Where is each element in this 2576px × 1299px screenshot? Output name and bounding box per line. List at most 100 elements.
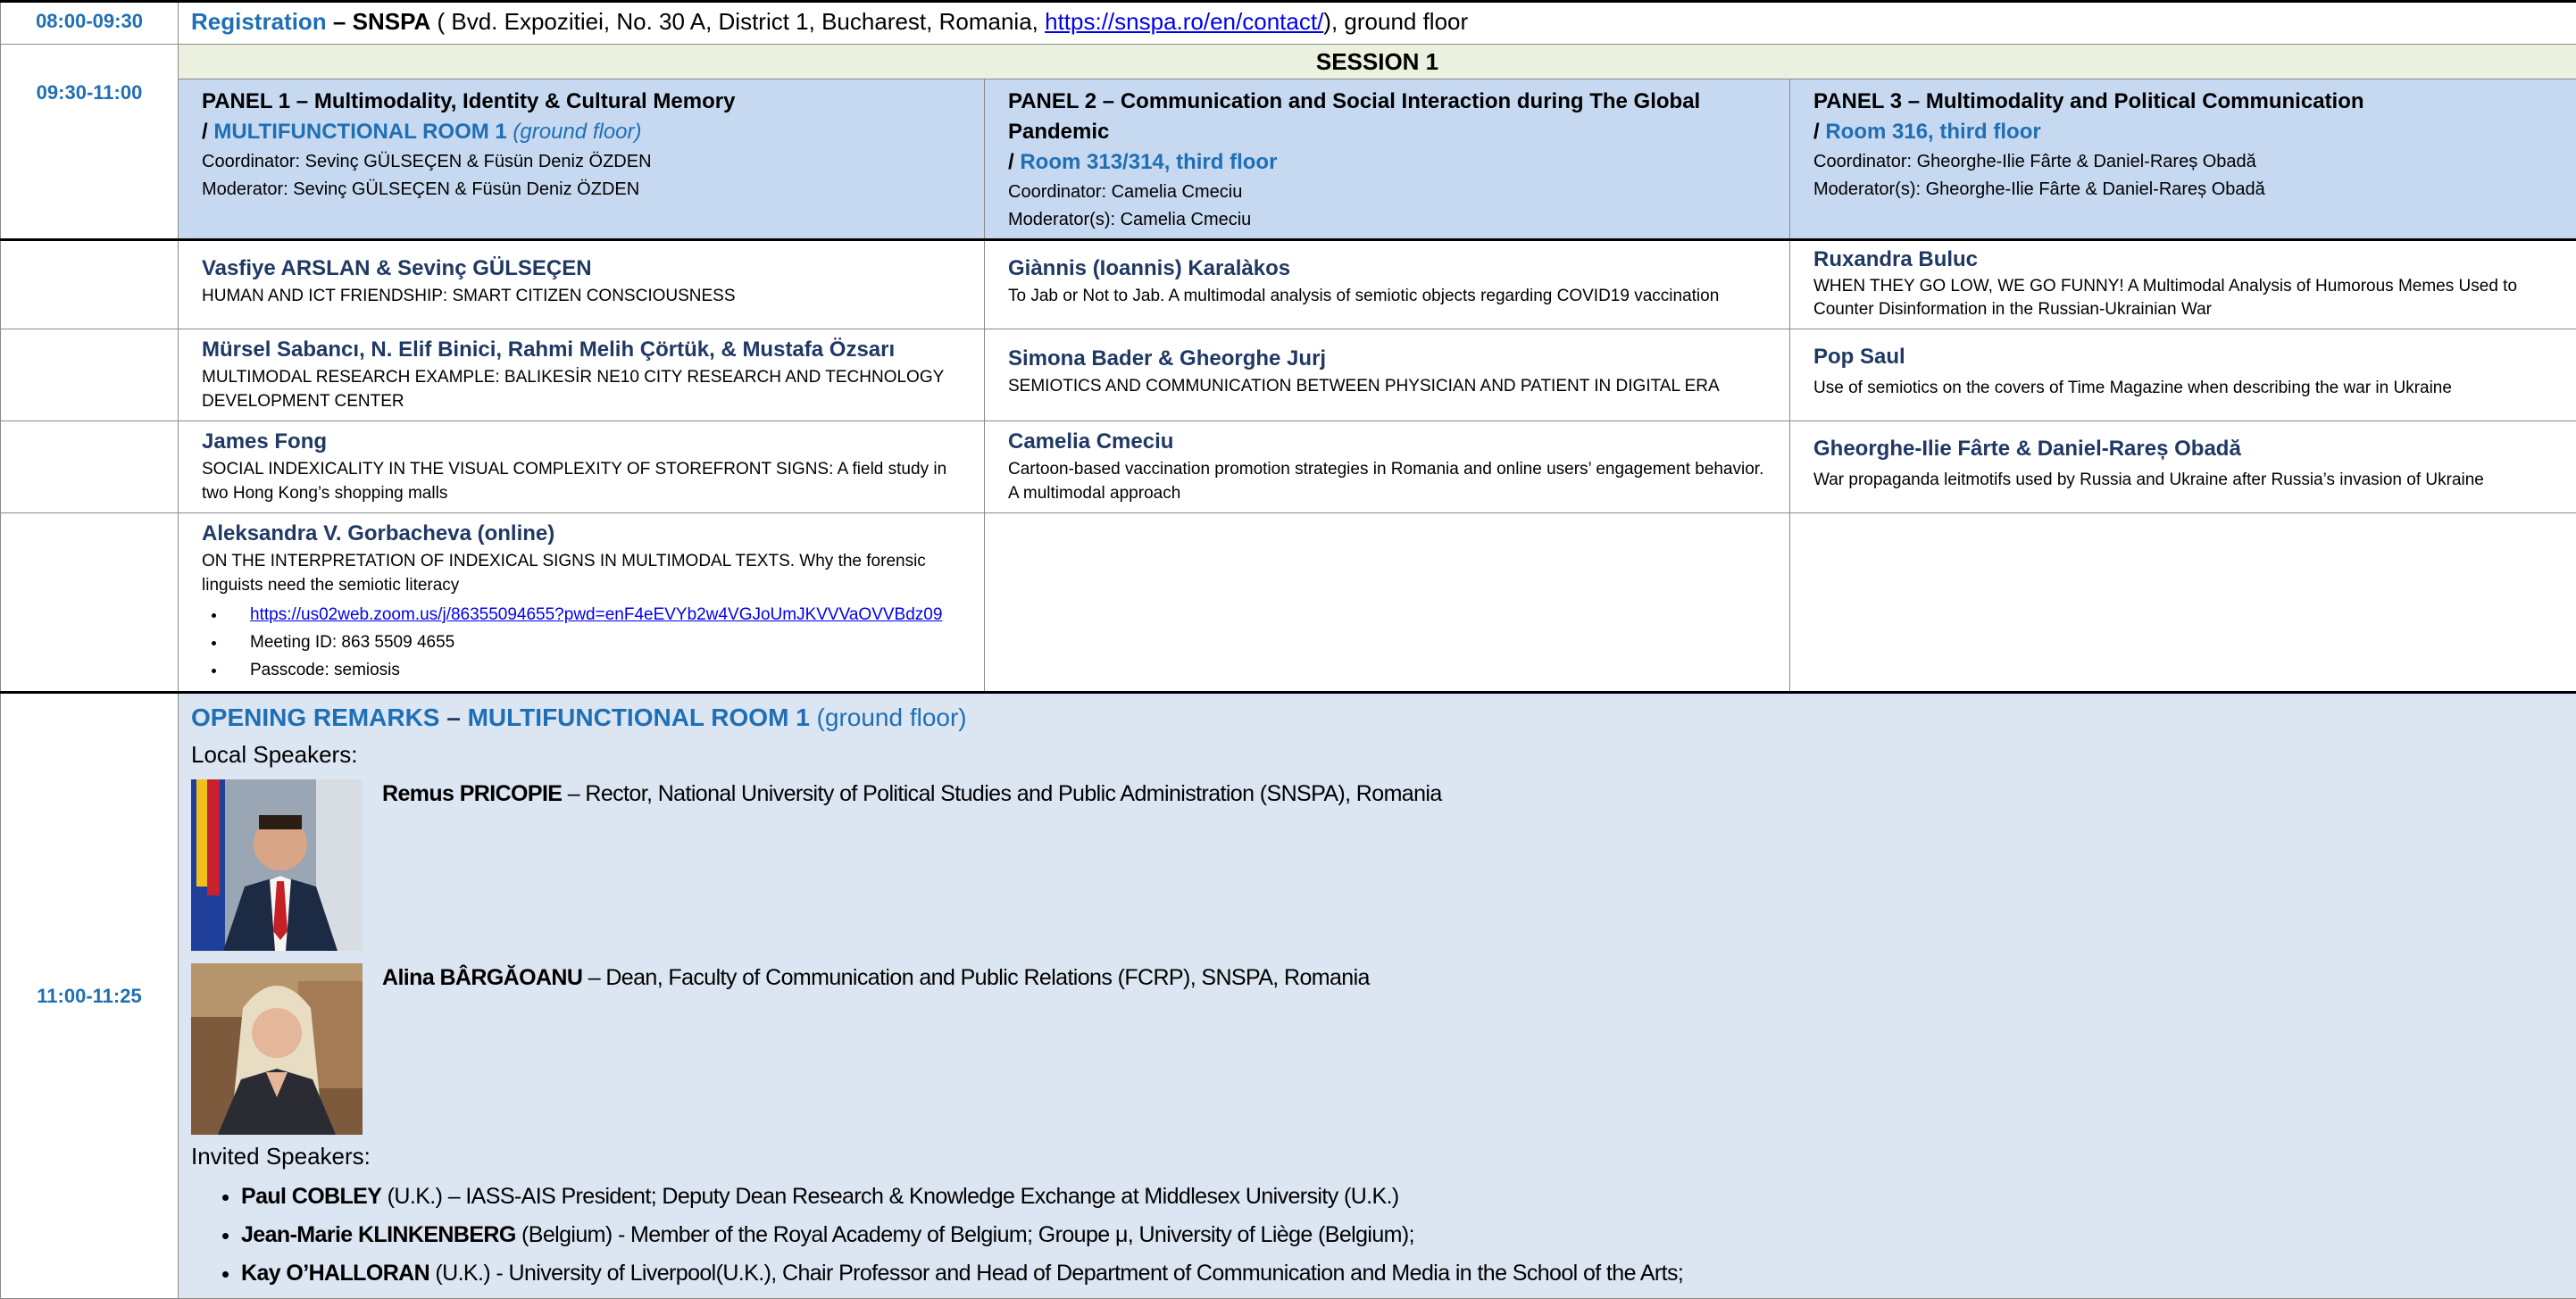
registration-time: 08:00-09:30 (1, 2, 179, 45)
paper-title: SEMIOTICS AND COMMUNICATION BETWEEN PHYS… (1008, 374, 1766, 398)
paper-title: ON THE INTERPRETATION OF INDEXICAL SIGNS… (202, 549, 961, 597)
paper-cell: James Fong SOCIAL INDEXICALITY IN THE VI… (179, 421, 985, 513)
paper-cell: Camelia Cmeciu Cartoon-based vaccination… (985, 421, 1790, 513)
session-row: SESSION 1 (1, 45, 2576, 79)
paper-title: MULTIMODAL RESEARCH EXAMPLE: BALIKESİR N… (202, 365, 961, 413)
speaker-role: (Belgium) - Member of the Royal Academy … (516, 1222, 1414, 1247)
panel-1-moderator: Moderator: Sevinç GÜLSEÇEN & Füsün Deniz… (202, 176, 961, 203)
paper-title: HUMAN AND ICT FRIENDSHIP: SMART CITIZEN … (202, 284, 961, 308)
panel-2-room: Room 313/314, third floor (1020, 150, 1277, 174)
registration-suffix: ), ground floor (1323, 8, 1468, 35)
panel-header-row: 09:30-11:00 PANEL 1 – Multimodality, Ide… (1, 79, 2576, 240)
paper-cell: Mürsel Sabancı, N. Elif Binici, Rahmi Me… (179, 329, 985, 421)
invited-speakers-label: Invited Speakers: (191, 1138, 2563, 1174)
registration-row: 08:00-09:30 Registration – SNSPA ( Bvd. … (1, 2, 2576, 45)
paper-title: WHEN THEY GO LOW, WE GO FUNNY! A Multimo… (1813, 275, 2553, 321)
opening-title: OPENING REMARKS (191, 704, 439, 731)
paper-title: SOCIAL INDEXICALITY IN THE VISUAL COMPLE… (202, 457, 961, 505)
opening-room: MULTIFUNCTIONAL ROOM 1 (468, 704, 810, 731)
paper-row-4: Aleksandra V. Gorbacheva (online) ON THE… (1, 513, 2576, 693)
speaker-photo (191, 963, 363, 1135)
paper-title: Use of semiotics on the covers of Time M… (1813, 376, 2553, 400)
paper-row-2: Mürsel Sabancı, N. Elif Binici, Rahmi Me… (1, 329, 2576, 421)
online-paper-cell: Aleksandra V. Gorbacheva (online) ON THE… (179, 513, 985, 693)
panel-1-room-note: (ground floor) (507, 120, 642, 144)
time-spacer (1, 240, 179, 329)
speaker-name: Paul COBLEY (241, 1184, 381, 1209)
opening-room-note: (ground floor) (810, 704, 967, 731)
time-spacer (1, 513, 179, 693)
paper-author: Vasfiye ARSLAN & Sevinç GÜLSEÇEN (202, 254, 961, 284)
paper-author: Camelia Cmeciu (1008, 427, 1766, 457)
panel-3-room: Room 316, third floor (1825, 120, 2040, 144)
session-time-spacer (1, 45, 179, 79)
paper-author: Aleksandra V. Gorbacheva (online) (202, 519, 961, 549)
opening-row: 11:00-11:25 OPENING REMARKS – MULTIFUNCT… (1, 693, 2576, 1299)
local-speaker: Remus PRICOPIE – Rector, National Univer… (191, 779, 2563, 951)
registration-link[interactable]: https://snspa.ro/en/contact/ (1045, 8, 1323, 35)
session-time: 09:30-11:00 (1, 79, 179, 240)
paper-cell: Giànnis (Ioannis) Karalàkos To Jab or No… (985, 240, 1790, 329)
registration-venue: SNSPA (353, 8, 431, 35)
panel-3-title: PANEL 3 – Multimodality and Political Co… (1813, 87, 2553, 117)
opening-time: 11:00-11:25 (1, 693, 179, 1299)
registration-dash: – (327, 8, 353, 35)
opening-cell: OPENING REMARKS – MULTIFUNCTIONAL ROOM 1… (179, 693, 2576, 1299)
empty-cell (1790, 513, 2576, 693)
paper-author: Mürsel Sabancı, N. Elif Binici, Rahmi Me… (202, 335, 961, 365)
speaker-text: Remus PRICOPIE – Rector, National Univer… (382, 781, 1442, 807)
paper-author: Gheorghe-Ilie Fârte & Daniel-Rareș Obadă (1813, 434, 2553, 464)
panel-2-title: PANEL 2 – Communication and Social Inter… (1008, 87, 1766, 147)
speaker-text: Alina BÂRGĂOANU – Dean, Faculty of Commu… (382, 965, 1370, 991)
time-spacer (1, 421, 179, 513)
paper-author: Ruxandra Buluc (1813, 245, 2553, 275)
meeting-id: Meeting ID: 863 5509 4655 (227, 629, 961, 656)
empty-cell (985, 513, 1790, 693)
speaker-photo (191, 779, 363, 951)
paper-title: War propaganda leitmotifs used by Russia… (1813, 468, 2553, 492)
opening-dash: – (439, 704, 467, 731)
panel-1-room-prefix: / (202, 120, 213, 144)
panel-2-coordinator: Coordinator: Camelia Cmeciu (1008, 178, 1766, 206)
session-title: SESSION 1 (179, 45, 2576, 79)
opening-title-line: OPENING REMARKS – MULTIFUNCTIONAL ROOM 1… (191, 699, 2563, 737)
passcode: Passcode: semiosis (227, 656, 961, 684)
speaker-role: (U.K.) - University of Liverpool(U.K.), … (429, 1261, 1683, 1286)
online-details-list: https://us02web.zoom.us/j/86355094655?pw… (202, 601, 961, 684)
paper-author: Giànnis (Ioannis) Karalàkos (1008, 254, 1766, 284)
speaker-name: Alina BÂRGĂOANU (382, 965, 582, 990)
paper-title: Cartoon-based vaccination promotion stra… (1008, 457, 1766, 505)
paper-cell: Pop Saul Use of semiotics on the covers … (1790, 329, 2576, 421)
invited-speaker: Kay O’HALLORAN (U.K.) - University of Li… (241, 1254, 2563, 1293)
conference-program-page: 08:00-09:30 Registration – SNSPA ( Bvd. … (0, 0, 2576, 1236)
panel-3-header: PANEL 3 – Multimodality and Political Co… (1790, 79, 2576, 240)
local-speaker: Alina BÂRGĂOANU – Dean, Faculty of Commu… (191, 963, 2563, 1135)
paper-cell: Simona Bader & Gheorghe Jurj SEMIOTICS A… (985, 329, 1790, 421)
speaker-name: Jean-Marie KLINKENBERG (241, 1222, 516, 1247)
registration-cell: Registration – SNSPA ( Bvd. Expozitiei, … (179, 2, 2576, 45)
paper-row-1: Vasfiye ARSLAN & Sevinç GÜLSEÇEN HUMAN A… (1, 240, 2576, 329)
panel-3-coordinator: Coordinator: Gheorghe-Ilie Fârte & Danie… (1813, 147, 2553, 176)
invited-speaker: Paul COBLEY (U.K.) – IASS-AIS President;… (241, 1178, 2563, 1216)
local-speakers-label: Local Speakers: (191, 737, 2563, 772)
panel-3-room-prefix: / (1813, 120, 1825, 144)
panel-1-title: PANEL 1 – Multimodality, Identity & Cult… (202, 87, 961, 117)
paper-cell: Gheorghe-Ilie Fârte & Daniel-Rareș Obadă… (1790, 421, 2576, 513)
speaker-name: Remus PRICOPIE (382, 781, 562, 806)
paper-title: To Jab or Not to Jab. A multimodal analy… (1008, 284, 1766, 308)
paper-author: James Fong (202, 427, 961, 457)
panel-2-room-prefix: / (1008, 150, 1020, 174)
panel-2-header: PANEL 2 – Communication and Social Inter… (985, 79, 1790, 240)
panel-2-moderator: Moderator(s): Camelia Cmeciu (1008, 206, 1766, 233)
paper-author: Pop Saul (1813, 342, 2553, 372)
paper-author: Simona Bader & Gheorghe Jurj (1008, 344, 1766, 374)
paper-cell: Ruxandra Buluc WHEN THEY GO LOW, WE GO F… (1790, 240, 2576, 329)
panel-1-coordinator: Coordinator: Sevinç GÜLSEÇEN & Füsün Den… (202, 147, 961, 176)
speaker-role: – Dean, Faculty of Communication and Pub… (582, 965, 1370, 990)
zoom-link[interactable]: https://us02web.zoom.us/j/86355094655?pw… (250, 605, 942, 624)
panel-3-moderator: Moderator(s): Gheorghe-Ilie Fârte & Dani… (1813, 176, 2553, 203)
panel-1-header: PANEL 1 – Multimodality, Identity & Cult… (179, 79, 985, 240)
paper-cell: Vasfiye ARSLAN & Sevinç GÜLSEÇEN HUMAN A… (179, 240, 985, 329)
paper-row-3: James Fong SOCIAL INDEXICALITY IN THE VI… (1, 421, 2576, 513)
speaker-name: Kay O’HALLORAN (241, 1261, 429, 1286)
